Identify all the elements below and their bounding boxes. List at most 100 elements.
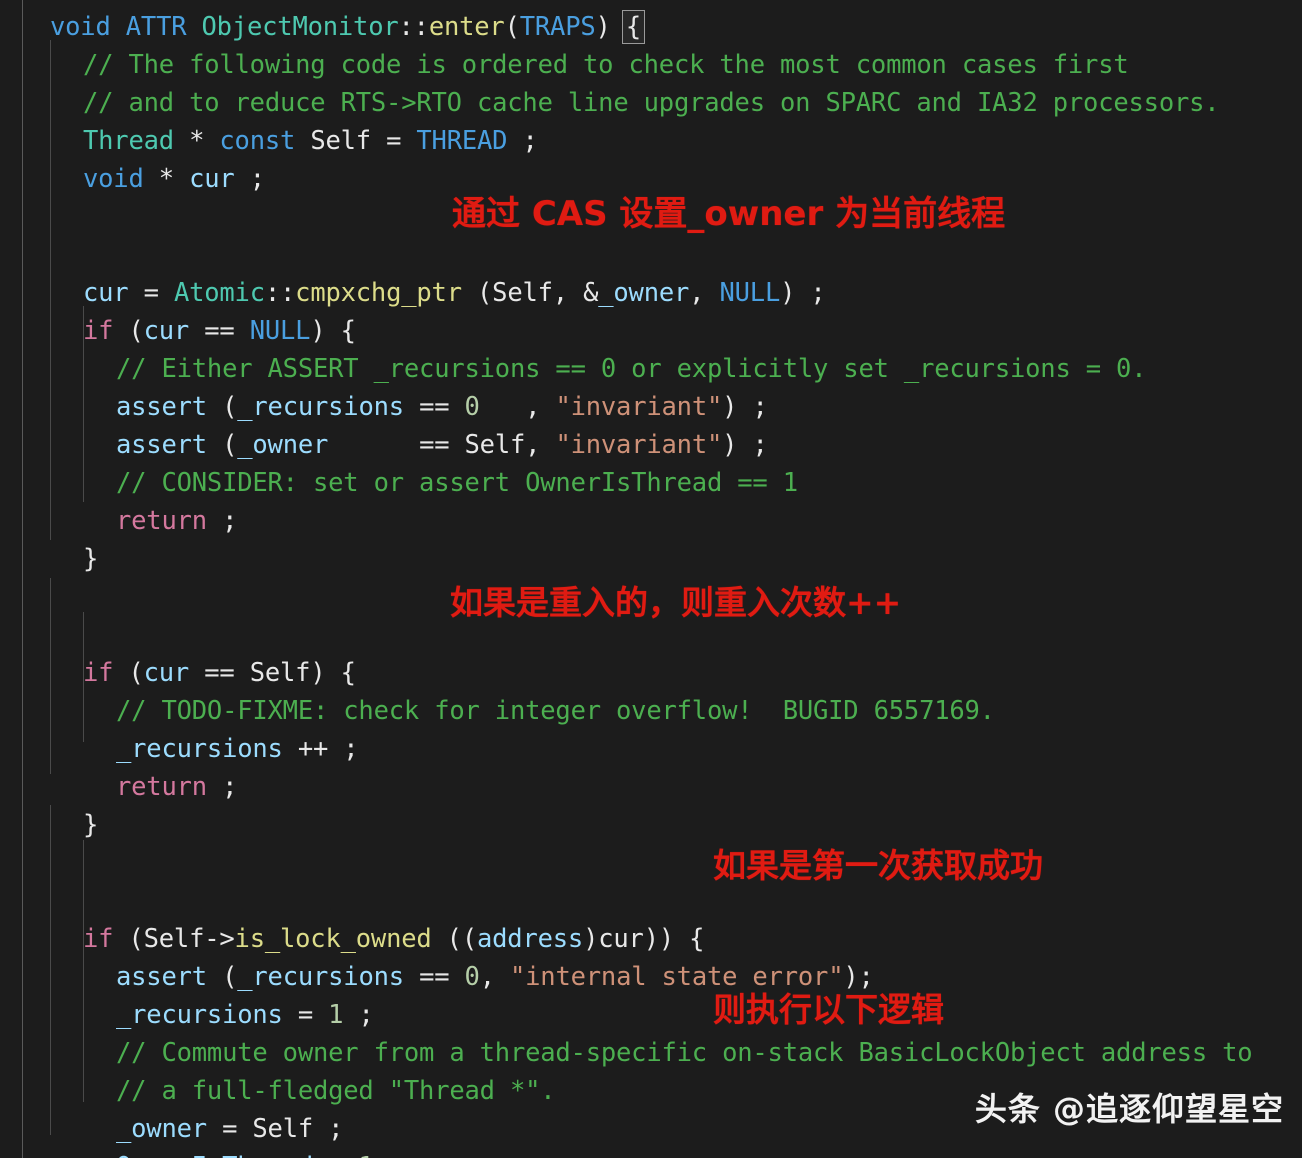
code-token: // Either ASSERT _recursions == 0 or exp… xyxy=(116,354,1147,384)
code-line[interactable]: // The following code is ordered to chec… xyxy=(0,46,1302,84)
annotation-first-acquire: 如果是第一次获取成功 则执行以下逻辑 xyxy=(713,746,1043,1130)
code-token: ; xyxy=(374,1152,404,1158)
code-token: is_lock_owned xyxy=(234,924,432,954)
code-line[interactable]: return ; xyxy=(0,502,1302,540)
code-token: _owner xyxy=(116,1114,207,1144)
code-token: == xyxy=(189,658,250,688)
code-token: ( xyxy=(206,430,238,460)
code-token: :: xyxy=(264,278,296,308)
code-token: THREAD xyxy=(416,126,508,156)
annotation-first-acquire-line1: 如果是第一次获取成功 xyxy=(713,846,1043,885)
code-line[interactable]: } xyxy=(0,540,1302,578)
code-token: )) { xyxy=(643,924,705,954)
code-token: ) xyxy=(583,924,599,954)
code-token: ) { xyxy=(310,658,356,688)
code-line[interactable]: void ATTR ObjectMonitor::enter(TRAPS) { xyxy=(0,8,1302,46)
code-token: _recursions xyxy=(116,734,283,764)
code-line[interactable]: if (Self->is_lock_owned ((address)cur)) … xyxy=(0,920,1302,958)
code-token: "invariant" xyxy=(555,392,723,422)
code-token: = xyxy=(282,1000,329,1030)
code-token: == xyxy=(189,316,250,346)
code-token: _owner xyxy=(237,430,329,460)
code-token: "invariant" xyxy=(555,430,723,460)
code-token: ; xyxy=(343,1000,374,1030)
code-token: enter xyxy=(428,12,505,42)
code-token: void xyxy=(83,164,144,194)
code-token: , & xyxy=(552,278,599,308)
code-line[interactable]: // and to reduce RTS->RTO cache line upg… xyxy=(0,84,1302,122)
code-line[interactable]: Thread * const Self = THREAD ; xyxy=(0,122,1302,160)
code-token: ; xyxy=(206,772,238,802)
code-line[interactable]: cur = Atomic::cmpxchg_ptr (Self, &_owner… xyxy=(0,274,1302,312)
code-token: 1 xyxy=(358,1152,373,1158)
code-token: assert xyxy=(116,392,207,422)
code-token: TRAPS xyxy=(519,12,596,42)
code-token: ) xyxy=(595,12,626,42)
code-token: Atomic xyxy=(173,278,265,308)
code-line[interactable]: assert (_recursions == 0 , "invariant") … xyxy=(0,388,1302,426)
code-token: = xyxy=(370,126,417,156)
code-token: ( xyxy=(461,278,493,308)
code-token: ( xyxy=(113,316,144,346)
code-token: NULL xyxy=(719,278,781,308)
code-token: // The following code is ordered to chec… xyxy=(83,50,1129,80)
code-token: ; xyxy=(234,164,265,194)
code-line[interactable] xyxy=(0,236,1302,274)
code-line[interactable] xyxy=(0,882,1302,920)
code-token: if xyxy=(83,658,114,688)
code-line[interactable]: _recursions = 1 ; xyxy=(0,996,1302,1034)
code-token: cur xyxy=(189,164,235,194)
code-token: == xyxy=(403,962,465,992)
code-token: cur xyxy=(143,316,190,346)
watermark: 头条 @追逐仰望星空 xyxy=(974,1090,1284,1128)
code-token: // and to reduce RTS->RTO cache line upg… xyxy=(83,88,1220,118)
code-token: // TODO-FIXME: check for integer overflo… xyxy=(116,696,995,726)
code-line[interactable]: if (cur == Self) { xyxy=(0,654,1302,692)
code-line[interactable]: return ; xyxy=(0,768,1302,806)
code-token: Self xyxy=(464,430,526,460)
code-token: ; xyxy=(507,126,538,156)
code-line[interactable] xyxy=(0,844,1302,882)
code-token: cur xyxy=(598,924,644,954)
code-token: 0 xyxy=(464,962,480,992)
code-line[interactable]: // Commute owner from a thread-specific … xyxy=(0,1034,1302,1072)
code-line[interactable]: // TODO-FIXME: check for integer overflo… xyxy=(0,692,1302,730)
code-token: { xyxy=(621,10,645,44)
code-token: NULL xyxy=(249,316,311,346)
code-token: * xyxy=(158,164,174,194)
code-token: ; xyxy=(206,506,238,536)
code-line[interactable]: // CONSIDER: set or assert OwnerIsThread… xyxy=(0,464,1302,502)
code-token: ) { xyxy=(310,316,356,346)
code-token: OwnerIsThread xyxy=(116,1152,313,1158)
code-line[interactable]: assert (_recursions == 0, "internal stat… xyxy=(0,958,1302,996)
code-token: ++ ; xyxy=(282,734,359,764)
code-token: = xyxy=(313,1152,358,1158)
code-token: } xyxy=(83,544,99,574)
code-token: _recursions xyxy=(237,962,404,992)
code-line[interactable]: OwnerIsThread = 1 ; xyxy=(0,1148,1302,1158)
code-token: ( xyxy=(113,658,144,688)
code-line[interactable]: // Either ASSERT _recursions == 0 or exp… xyxy=(0,350,1302,388)
annotation-reentrant: 如果是重入的，则重入次数++ xyxy=(450,583,902,622)
code-token: // CONSIDER: set or assert OwnerIsThread… xyxy=(116,468,798,498)
code-token: , xyxy=(479,962,510,992)
code-line[interactable]: assert (_owner == Self, "invariant") ; xyxy=(0,426,1302,464)
code-token: (( xyxy=(431,924,478,954)
code-token: cmpxchg_ptr xyxy=(295,278,462,308)
code-token: Self xyxy=(252,1114,313,1144)
code-line[interactable]: } xyxy=(0,806,1302,844)
code-token: cur xyxy=(83,278,129,308)
code-token: 1 xyxy=(328,1000,344,1030)
code-token: ATTR xyxy=(125,12,187,42)
code-token: -> xyxy=(204,924,235,954)
code-token: :: xyxy=(398,12,430,42)
code-token: address xyxy=(477,924,584,954)
code-token: // Commute owner from a thread-specific … xyxy=(116,1038,1253,1068)
code-line[interactable]: _recursions ++ ; xyxy=(0,730,1302,768)
code-token: assert xyxy=(116,430,207,460)
code-line[interactable]: if (cur == NULL) { xyxy=(0,312,1302,350)
